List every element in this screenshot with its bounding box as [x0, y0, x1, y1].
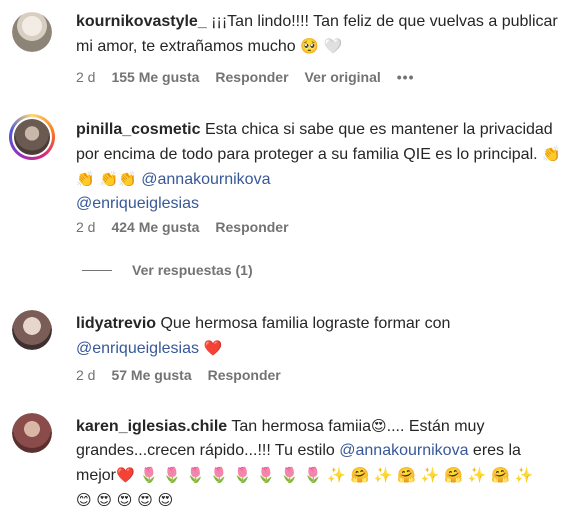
heart-eyes-emoji: 😍 [370, 417, 387, 435]
view-replies-button[interactable]: Ver respuestas (1) [82, 260, 253, 280]
comment-meta: 2 d 155 Me gusta Responder Ver original … [76, 67, 431, 87]
more-options-icon[interactable]: ••• [397, 69, 415, 85]
avatar[interactable] [12, 310, 52, 350]
reply-button[interactable]: Responder [215, 69, 288, 85]
mention-link[interactable]: @enriqueiglesias [76, 340, 199, 357]
reply-button[interactable]: Responder [215, 219, 288, 235]
mention-link[interactable]: @enriqueiglesias [76, 195, 199, 212]
emoji-row: ❤️ 🌷 🌷 🌷 🌷 🌷 🌷 🌷 🌷 ✨ 🤗 ✨ 🤗 ✨ 🤗 ✨ 🤗 ✨ [116, 466, 534, 484]
emoji: 🥺 🤍 [300, 37, 343, 55]
comment-text: karen_iglesias.chile Tan hermosa famiia😍… [76, 414, 562, 513]
likes-count[interactable]: 57 Me gusta [111, 367, 191, 383]
timestamp: 2 d [76, 367, 96, 383]
comment-text: kournikovastyle_ ¡¡¡Tan lindo!!!! Tan fe… [76, 10, 562, 59]
username[interactable]: kournikovastyle_ [76, 13, 207, 30]
see-original-button[interactable]: Ver original [305, 69, 381, 85]
comment-meta: 2 d 424 Me gusta Responder [76, 217, 305, 237]
avatar[interactable] [12, 12, 52, 52]
likes-count[interactable]: 155 Me gusta [111, 69, 199, 85]
divider-line [82, 269, 112, 271]
mention-link[interactable]: @annakournikova [141, 171, 270, 188]
reply-button[interactable]: Responder [208, 367, 281, 383]
timestamp: 2 d [76, 219, 96, 235]
comment-body: Que hermosa familia lograste formar con [156, 315, 451, 332]
username[interactable]: karen_iglesias.chile [76, 418, 227, 435]
comment-body: Tan hermosa famiia [227, 418, 371, 435]
heart-emoji: ❤️ [203, 339, 223, 357]
comment-text: pinilla_cosmetic Esta chica si sabe que … [76, 118, 562, 216]
view-replies-label: Ver respuestas (1) [132, 262, 253, 278]
comment-text: lidyatrevio Que hermosa familia lograste… [76, 312, 562, 361]
timestamp: 2 d [76, 69, 96, 85]
emoji-row: 😊 😍 😍 😍 😍 [76, 491, 174, 509]
avatar-story-ring[interactable] [9, 114, 55, 160]
avatar[interactable] [12, 413, 52, 453]
username[interactable]: lidyatrevio [76, 315, 156, 332]
mention-link[interactable]: @annakournikova [339, 442, 468, 459]
username[interactable]: pinilla_cosmetic [76, 121, 201, 138]
comment-meta: 2 d 57 Me gusta Responder [76, 365, 297, 385]
likes-count[interactable]: 424 Me gusta [111, 219, 199, 235]
